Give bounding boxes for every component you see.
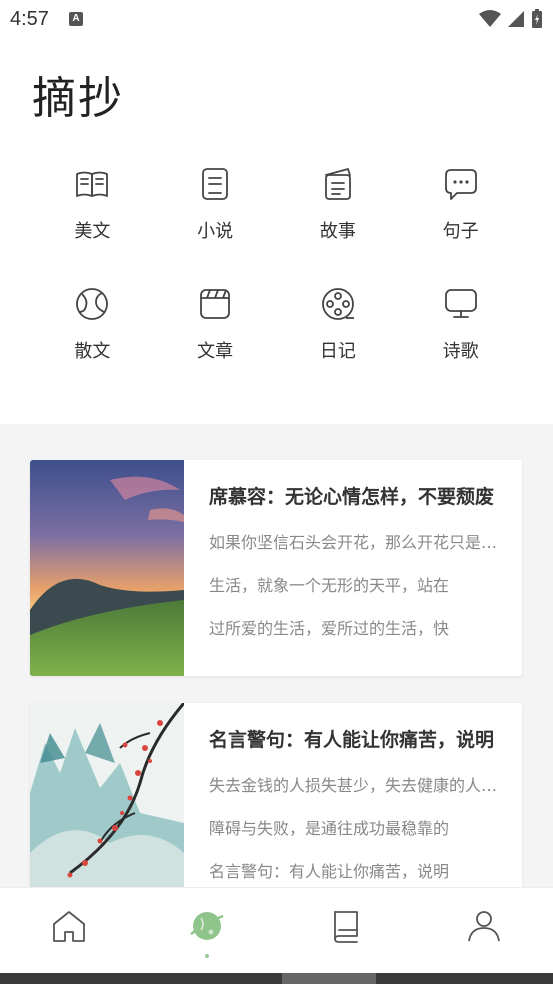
document-icon [202,168,229,200]
system-tab [282,973,376,984]
nav-profile[interactable] [415,888,553,973]
chat-bubble-icon [444,169,477,200]
person-icon [467,911,500,942]
category-label: 美文 [74,221,111,242]
category-sanwen[interactable]: 散文 [31,286,154,372]
status-indicators [479,9,543,29]
category-label: 句子 [442,221,479,242]
bottom-nav [0,887,553,973]
article-card[interactable]: 席慕容：无论心情怎样，不要颓废 如果你坚信石头会开花，那么开花只是时间问题 生活… [30,460,522,676]
category-xiaoshuo[interactable]: 小说 [154,166,277,252]
globe-leaf-icon [76,288,109,320]
status-time: 4:57 [10,7,49,30]
notification-icon: A [68,12,83,26]
monitor-icon [444,289,477,318]
film-reel-icon [321,288,354,320]
category-shige[interactable]: 诗歌 [399,286,522,372]
planet-icon [190,912,224,940]
category-label: 散文 [74,341,111,362]
status-bar: 4:57 A [0,0,553,38]
article-excerpt-line: 障碍与失败，是通往成功最稳靠的 [209,819,450,838]
page-title: 摘抄 [32,73,124,124]
book-open-icon [76,171,109,197]
battery-icon [532,9,542,28]
wifi-icon [479,10,501,27]
category-label: 小说 [197,221,234,242]
article-excerpt-line: 失去金钱的人损失甚少，失去健康的人损失极多 [209,776,498,795]
clapperboard-icon [200,289,231,319]
category-label: 故事 [319,221,356,242]
category-label: 诗歌 [442,341,479,362]
category-gushi[interactable]: 故事 [277,166,400,252]
article-excerpt-line: 过所爱的生活，爱所过的生活，快 [209,619,450,638]
article-content: 席慕容：无论心情怎样，不要颓废 如果你坚信石头会开花，那么开花只是时间问题 生活… [184,460,522,676]
signal-icon [508,11,524,27]
folder-doc-icon [324,168,351,200]
article-title: 席慕容：无论心情怎样，不要颓废 [209,486,495,508]
category-section: 摘抄 美文 小说 故事 句子 散文 文章 日记 诗歌 [0,38,553,424]
article-excerpt-line: 如果你坚信石头会开花，那么开花只是时间问题 [209,533,498,552]
article-title: 名言警句：有人能让你痛苦，说明 [209,729,495,751]
category-label: 日记 [319,341,356,362]
book-stack-icon [333,911,358,943]
category-wenzhang[interactable]: 文章 [154,286,277,372]
category-meiwen[interactable]: 美文 [31,166,154,252]
category-label: 文章 [197,341,234,362]
article-excerpt-line: 生活，就象一个无形的天平，站在 [209,576,450,595]
nav-discover[interactable] [138,888,276,973]
category-riji[interactable]: 日记 [277,286,400,372]
system-taskbar [0,973,553,984]
sunset-mountain-image [30,460,184,676]
category-grid: 美文 小说 故事 句子 散文 文章 日记 诗歌 [0,166,553,372]
nav-library[interactable] [277,888,415,973]
category-juzi[interactable]: 句子 [399,166,522,252]
home-icon [53,911,86,942]
nav-home[interactable] [0,888,138,973]
active-indicator [205,954,210,958]
